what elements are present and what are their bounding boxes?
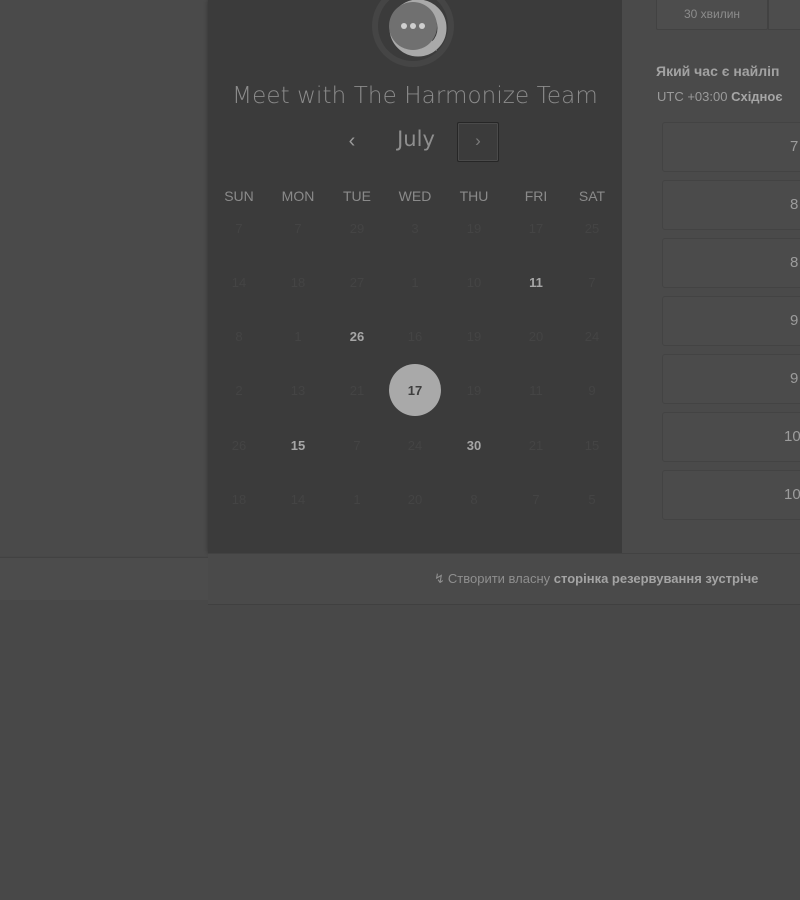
sparkle-icon: ↯	[434, 571, 445, 586]
time-slot-label: 9	[790, 370, 799, 387]
calendar-day-disabled: 1	[294, 328, 302, 344]
calendar-day-disabled: 7	[294, 220, 302, 236]
calendar-day-disabled: 24	[407, 437, 423, 453]
time-slot-label: 9	[790, 312, 799, 329]
calendar-day-disabled: 21	[349, 382, 365, 398]
calendar-day-disabled: 13	[290, 382, 306, 398]
time-slot-button[interactable]: 8	[662, 238, 800, 288]
calendar-day-disabled: 18	[231, 491, 247, 507]
time-slot-button[interactable]: 10	[662, 412, 800, 462]
calendar-day-disabled: 1	[353, 491, 361, 507]
calendar-day-disabled: 1	[411, 274, 419, 290]
calendar-day-disabled: 20	[407, 491, 423, 507]
calendar-day-disabled: 15	[584, 437, 600, 453]
calendar-day-disabled: 19	[466, 382, 482, 398]
calendar-day-disabled: 17	[528, 220, 544, 236]
calendar-day-available[interactable]: 15	[272, 419, 324, 471]
calendar-day-disabled: 19	[466, 328, 482, 344]
duration-tab-next[interactable]	[768, 0, 800, 30]
month-label: July	[397, 127, 435, 151]
timezone-offset: UTC +03:00	[657, 89, 728, 104]
calendar-day-disabled: 8	[470, 491, 478, 507]
chevron-left-icon: ‹	[348, 130, 356, 152]
calendar-day-disabled: 29	[349, 220, 365, 236]
time-slot-button[interactable]: 9	[662, 296, 800, 346]
calendar-panel: Meet with The Harmonize Team ‹ July › SU…	[208, 0, 622, 553]
calendar-day-disabled: 19	[466, 220, 482, 236]
calendar-day-disabled: 7	[235, 220, 243, 236]
calendar-day-disabled: 11	[529, 382, 543, 398]
footer-cta[interactable]: ↯ Створити власну сторінка резервування з…	[434, 571, 758, 587]
footer-bar: ↯ Створити власну сторінка резервування з…	[208, 553, 800, 605]
timezone-selector[interactable]: UTC +03:00 Східноє	[657, 89, 783, 104]
chevron-right-icon: ›	[475, 131, 481, 150]
next-month-button[interactable]: ›	[457, 122, 499, 162]
time-slot-label: 8	[790, 254, 799, 271]
calendar-day-disabled: 14	[231, 274, 247, 290]
calendar-day-disabled: 8	[235, 328, 243, 344]
calendar-day-selected[interactable]: 17	[389, 364, 441, 416]
time-slot-button[interactable]: 10	[662, 470, 800, 520]
timezone-name: Східноє	[731, 89, 783, 104]
time-slot-button[interactable]: 8	[662, 180, 800, 230]
calendar-day-disabled: 3	[411, 220, 419, 236]
booking-title: Meet with The Harmonize Team	[232, 83, 598, 109]
calendar-day-disabled: 10	[466, 274, 482, 290]
calendar-day-disabled: 24	[584, 328, 600, 344]
calendar-day-disabled: 14	[290, 491, 306, 507]
calendar-day-disabled: 21	[528, 437, 544, 453]
time-slot-button[interactable]: 9	[662, 354, 800, 404]
calendar-day-disabled: 27	[349, 274, 365, 290]
footer-link[interactable]: сторінка резервування зустрічe	[554, 571, 759, 586]
footer-prefix: Створити власну	[447, 571, 551, 586]
calendar-day-available[interactable]: 26	[331, 310, 383, 362]
month-navigation: ‹ July ›	[208, 120, 622, 164]
calendar-day-disabled: 7	[353, 437, 361, 453]
calendar-day-disabled: 9	[588, 382, 596, 398]
left-footer-background	[0, 557, 208, 600]
time-slot-panel: 30 хвилин Який час є найліп UTC +03:00 С…	[622, 0, 800, 553]
time-slot-label: 8	[790, 196, 799, 213]
left-background	[0, 0, 208, 556]
calendar-day-disabled: 16	[407, 328, 423, 344]
chat-bubble-logo-icon	[372, 0, 454, 67]
calendar-day-disabled: 2	[235, 382, 243, 398]
time-question: Який час є найліп	[656, 63, 780, 79]
calendar-day-available[interactable]: 30	[448, 419, 500, 471]
calendar-day-disabled: 25	[584, 220, 600, 236]
calendar-day-disabled: 18	[290, 274, 306, 290]
time-slot-label: 10	[784, 428, 800, 445]
calendar-day-disabled: 7	[588, 274, 596, 290]
prev-month-button[interactable]: ‹	[334, 126, 370, 158]
time-slot-label: 7	[790, 138, 799, 155]
time-slot-label: 10	[784, 486, 800, 503]
calendar-day-disabled: 26	[231, 437, 247, 453]
duration-tab-30[interactable]: 30 хвилин	[656, 0, 768, 30]
time-slot-button[interactable]: 7	[662, 122, 800, 172]
calendar-day-disabled: 5	[588, 491, 596, 507]
calendar-day-available[interactable]: 11	[510, 256, 562, 308]
calendar-day-disabled: 20	[528, 328, 544, 344]
calendar-day-disabled: 7	[532, 491, 540, 507]
